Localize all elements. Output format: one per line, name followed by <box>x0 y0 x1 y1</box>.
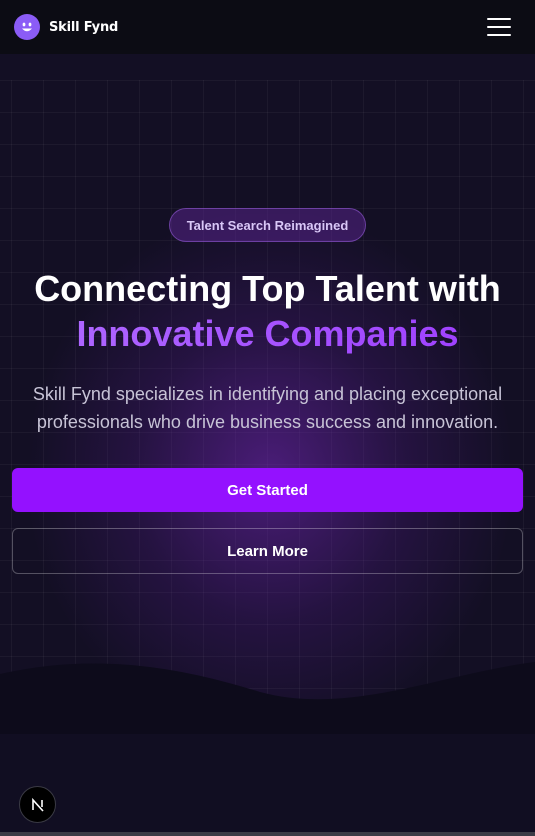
hero-subtitle: Skill Fynd specializes in identifying an… <box>32 384 503 432</box>
brand-name: Skill Fynd <box>49 19 119 35</box>
get-started-button[interactable]: Get Started <box>12 468 523 512</box>
bottom-strip <box>0 832 535 836</box>
hero-badge: Talent Search Reimagined <box>169 208 366 242</box>
nextjs-logo-icon[interactable] <box>19 786 56 823</box>
hamburger-menu-icon[interactable] <box>487 16 511 38</box>
headline-line-1: Connecting Top Talent with <box>34 268 501 309</box>
headline-accent: Innovative Companies <box>0 311 535 356</box>
bottom-band <box>0 734 535 836</box>
top-navbar: Skill Fynd <box>0 0 535 54</box>
smiley-logo-icon <box>14 14 40 40</box>
brand[interactable]: Skill Fynd <box>14 14 118 40</box>
hero-section: Talent Search Reimagined Connecting Top … <box>0 54 535 836</box>
learn-more-button[interactable]: Learn More <box>12 528 523 574</box>
hero-headline: Connecting Top Talent with Innovative Co… <box>0 266 535 356</box>
